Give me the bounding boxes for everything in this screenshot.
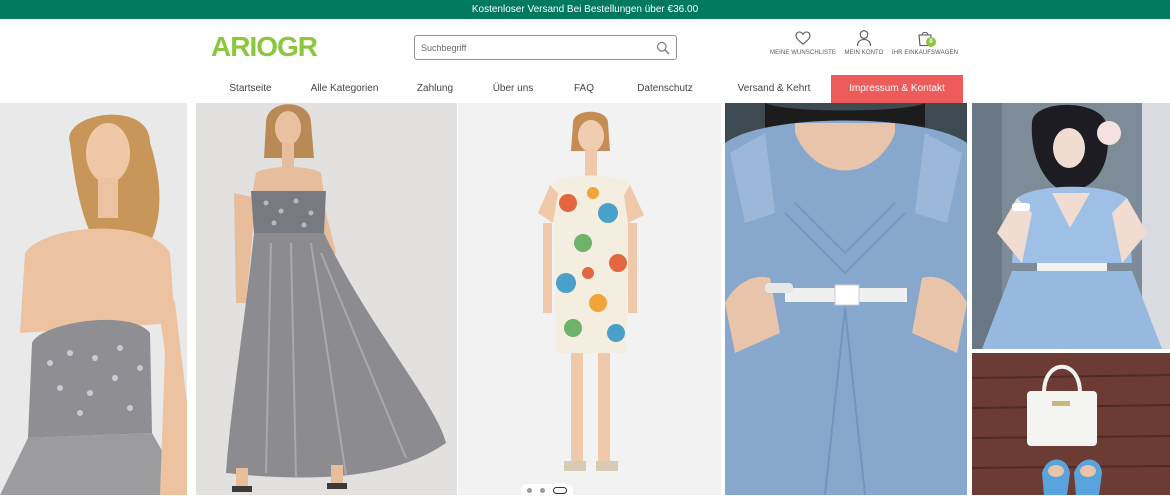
hero-image-grey-tulle-gown[interactable] <box>196 103 457 495</box>
nav-item-alle-kategorien[interactable]: Alle Kategorien <box>290 75 399 103</box>
site-header: ARIOGR MEINE WUNSCHLISTE MEIN KONTO 0 IH… <box>0 19 1170 75</box>
retro-pinup-illustration <box>972 103 1170 349</box>
promo-bar: Kostenloser Versand Bei Bestellungen übe… <box>0 0 1170 19</box>
account-label: MEIN KONTO <box>844 50 884 56</box>
carousel-dot-active[interactable] <box>553 486 567 494</box>
nav-item-datenschutz[interactable]: Datenschutz <box>613 75 717 103</box>
blue-vintage-dress-illustration <box>725 103 967 495</box>
floral-dress-illustration <box>458 103 721 495</box>
hero-carousel[interactable] <box>0 103 1170 495</box>
nav-item-startseite[interactable]: Startseite <box>211 75 290 103</box>
cart-icon-wrap: 0 <box>916 29 936 47</box>
site-logo[interactable]: ARIOGR <box>211 32 318 62</box>
wishlist-link[interactable]: MEINE WUNSCHLISTE <box>768 29 838 63</box>
cart-link[interactable]: 0 IHR EINKAUFSWAGEN <box>890 29 960 63</box>
hero-image-floral-dress[interactable] <box>458 103 721 495</box>
main-nav: Startseite Alle Kategorien Zahlung Über … <box>211 75 963 103</box>
hero-image-blue-vintage-dress[interactable] <box>725 103 967 495</box>
grey-gown-closeup-illustration <box>0 103 187 495</box>
nav-item-impressum-kontakt[interactable]: Impressum & Kontakt <box>831 75 963 103</box>
hero-image-white-handbag[interactable] <box>972 353 1170 495</box>
grey-tulle-gown-illustration <box>196 103 457 495</box>
nav-item-faq[interactable]: FAQ <box>555 75 613 103</box>
nav-item-versand-kehrt[interactable]: Versand & Kehrt <box>717 75 831 103</box>
cart-count-badge: 0 <box>926 37 936 47</box>
carousel-dot[interactable] <box>527 487 532 493</box>
wishlist-label: MEINE WUNSCHLISTE <box>769 50 837 56</box>
white-handbag-illustration <box>972 353 1170 495</box>
account-link[interactable]: MEIN KONTO <box>842 29 886 63</box>
nav-item-zahlung[interactable]: Zahlung <box>399 75 471 103</box>
promo-text: Kostenloser Versand Bei Bestellungen übe… <box>471 4 699 15</box>
cart-label: IHR EINKAUFSWAGEN <box>891 50 959 56</box>
hero-image-retro-pinup-look[interactable] <box>972 103 1170 349</box>
carousel-dot[interactable] <box>540 487 545 493</box>
carousel-pagination <box>521 484 573 496</box>
heart-icon <box>795 31 811 45</box>
search-box <box>414 35 677 60</box>
nav-item-ueber-uns[interactable]: Über uns <box>471 75 555 103</box>
user-icon <box>856 30 872 47</box>
search-icon[interactable] <box>656 41 670 55</box>
hero-image-grey-gown-closeup[interactable] <box>0 103 187 495</box>
search-input[interactable] <box>415 36 650 59</box>
